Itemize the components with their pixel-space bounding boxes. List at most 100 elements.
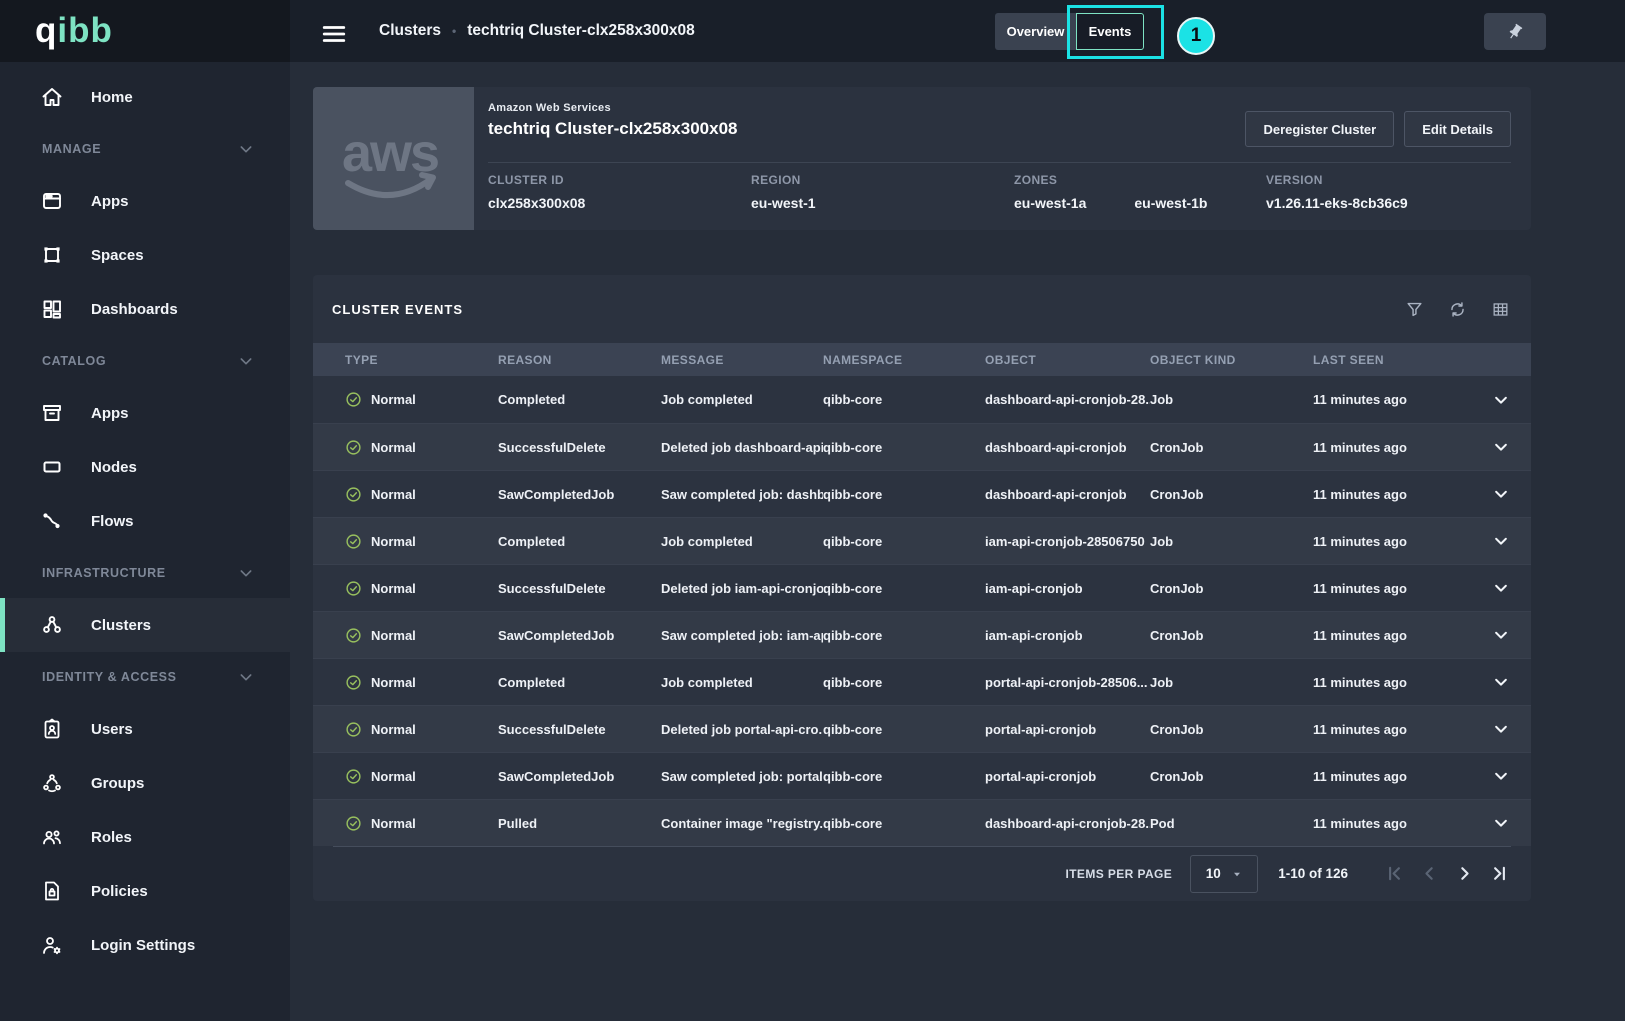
chevron-down-icon[interactable]	[1492, 626, 1510, 644]
last-page-icon[interactable]	[1489, 863, 1510, 884]
deregister-cluster-button[interactable]: Deregister Cluster	[1245, 111, 1394, 147]
annotation-step-badge: 1	[1177, 17, 1215, 55]
column-header-object-kind: OBJECT KIND	[1150, 353, 1313, 367]
sidebar-item-users[interactable]: Users	[0, 702, 290, 756]
apps-box-icon	[40, 401, 64, 425]
event-reason: Completed	[498, 534, 661, 549]
chevron-down-icon[interactable]	[1492, 579, 1510, 597]
menu-icon[interactable]	[321, 21, 347, 41]
table-row[interactable]: Normal Completed Job completed qibb-core…	[313, 517, 1531, 564]
event-type: Normal	[371, 628, 416, 643]
event-reason: SawCompletedJob	[498, 628, 661, 643]
sidebar-item-label: Groups	[91, 775, 144, 792]
event-object: dashboard-api-cronjob-28...	[985, 392, 1150, 407]
chevron-down-icon[interactable]	[1492, 673, 1510, 691]
field-zones: ZONES eu-west-1a eu-west-1b	[1014, 173, 1266, 211]
sidebar-section-catalog[interactable]: CATALOG	[0, 336, 290, 386]
sidebar-item-spaces[interactable]: Spaces	[0, 228, 290, 282]
event-namespace: qibb-core	[823, 487, 985, 502]
table-row[interactable]: Normal Completed Job completed qibb-core…	[313, 376, 1531, 423]
chevron-down-icon[interactable]	[1492, 438, 1510, 456]
events-panel-header: CLUSTER EVENTS	[313, 275, 1531, 343]
event-object: iam-api-cronjob-28506750	[985, 534, 1150, 549]
table-row[interactable]: Normal SuccessfulDelete Deleted job port…	[313, 705, 1531, 752]
field-value: eu-west-1	[751, 195, 1014, 211]
sidebar-item-label: Clusters	[91, 617, 151, 634]
column-header-namespace: NAMESPACE	[823, 353, 985, 367]
chevron-down-icon[interactable]	[1492, 720, 1510, 738]
chevron-down-icon	[238, 565, 254, 581]
sidebar-item-login-settings[interactable]: Login Settings	[0, 918, 290, 972]
sidebar-item-nodes[interactable]: Nodes	[0, 440, 290, 494]
column-header-type: TYPE	[345, 353, 498, 367]
table-row[interactable]: Normal SawCompletedJob Saw completed job…	[313, 611, 1531, 658]
cluster-info-card: aws Amazon Web Services techtriq Cluster…	[313, 87, 1531, 230]
chevron-down-icon[interactable]	[1492, 814, 1510, 832]
field-version: VERSION v1.26.11-eks-8cb36c9	[1266, 173, 1529, 211]
field-label: CLUSTER ID	[488, 173, 751, 187]
qibb-logo[interactable]: qibb	[35, 11, 113, 51]
table-row[interactable]: Normal SawCompletedJob Saw completed job…	[313, 470, 1531, 517]
event-object: portal-api-cronjob	[985, 769, 1150, 784]
sidebar-item-flows[interactable]: Flows	[0, 494, 290, 548]
event-reason: Completed	[498, 675, 661, 690]
panel-actions	[1405, 300, 1510, 319]
edit-details-button[interactable]: Edit Details	[1404, 111, 1511, 147]
sidebar-item-apps-manage[interactable]: Apps	[0, 174, 290, 228]
event-namespace: qibb-core	[823, 816, 985, 831]
table-row[interactable]: Normal SuccessfulDelete Deleted job iam-…	[313, 564, 1531, 611]
table-row[interactable]: Normal Completed Job completed qibb-core…	[313, 658, 1531, 705]
event-last-seen: 11 minutes ago	[1313, 628, 1481, 643]
sidebar-item-groups[interactable]: Groups	[0, 756, 290, 810]
sidebar-item-label: Apps	[91, 405, 129, 422]
field-region: REGION eu-west-1	[751, 173, 1014, 211]
filter-icon[interactable]	[1405, 300, 1424, 319]
first-page-icon[interactable]	[1384, 863, 1405, 884]
logo-area: qibb	[0, 0, 290, 62]
event-last-seen: 11 minutes ago	[1313, 581, 1481, 596]
event-last-seen: 11 minutes ago	[1313, 487, 1481, 502]
logo-rest: ibb	[57, 11, 112, 50]
tab-events[interactable]: Events	[1076, 13, 1144, 50]
event-reason: SawCompletedJob	[498, 487, 661, 502]
event-message: Saw completed job: portal-...	[661, 769, 823, 784]
policies-icon	[40, 879, 64, 903]
event-type: Normal	[371, 769, 416, 784]
sidebar-item-clusters[interactable]: Clusters	[0, 598, 290, 652]
topbar: Clusters • techtriq Cluster-clx258x300x0…	[290, 0, 1625, 62]
sidebar-section-manage[interactable]: MANAGE	[0, 124, 290, 174]
chevron-down-icon	[238, 669, 254, 685]
sidebar-item-home[interactable]: Home	[0, 70, 290, 124]
sidebar-nav: Home MANAGE Apps Spaces Dashboards CATAL…	[0, 62, 290, 972]
sidebar-section-identity-access[interactable]: IDENTITY & ACCESS	[0, 652, 290, 702]
sidebar-item-apps-catalog[interactable]: Apps	[0, 386, 290, 440]
table-row[interactable]: Normal Pulled Container image "registry.…	[313, 799, 1531, 846]
sidebar-item-policies[interactable]: Policies	[0, 864, 290, 918]
items-per-page-value: 10	[1206, 866, 1221, 881]
previous-page-icon[interactable]	[1419, 863, 1440, 884]
event-object-kind: CronJob	[1150, 440, 1313, 455]
chevron-down-icon[interactable]	[1492, 532, 1510, 550]
chevron-down-icon[interactable]	[1492, 485, 1510, 503]
next-page-icon[interactable]	[1454, 863, 1475, 884]
sidebar-item-dashboards[interactable]: Dashboards	[0, 282, 290, 336]
chevron-down-icon[interactable]	[1492, 391, 1510, 409]
sidebar-item-roles[interactable]: Roles	[0, 810, 290, 864]
sidebar-item-label: Users	[91, 721, 133, 738]
sidebar-item-label: Roles	[91, 829, 132, 846]
roles-icon	[40, 825, 64, 849]
refresh-icon[interactable]	[1448, 300, 1467, 319]
event-object: iam-api-cronjob	[985, 581, 1150, 596]
sidebar-section-infrastructure[interactable]: INFRASTRUCTURE	[0, 548, 290, 598]
event-last-seen: 11 minutes ago	[1313, 392, 1481, 407]
items-per-page-select[interactable]: 10	[1190, 855, 1258, 893]
pin-button[interactable]	[1484, 13, 1546, 50]
event-object-kind: CronJob	[1150, 487, 1313, 502]
tab-overview[interactable]: Overview	[995, 13, 1076, 50]
table-row[interactable]: Normal SawCompletedJob Saw completed job…	[313, 752, 1531, 799]
table-row[interactable]: Normal SuccessfulDelete Deleted job dash…	[313, 423, 1531, 470]
breadcrumb-section[interactable]: Clusters	[379, 22, 441, 40]
event-namespace: qibb-core	[823, 581, 985, 596]
chevron-down-icon[interactable]	[1492, 767, 1510, 785]
table-view-icon[interactable]	[1491, 300, 1510, 319]
